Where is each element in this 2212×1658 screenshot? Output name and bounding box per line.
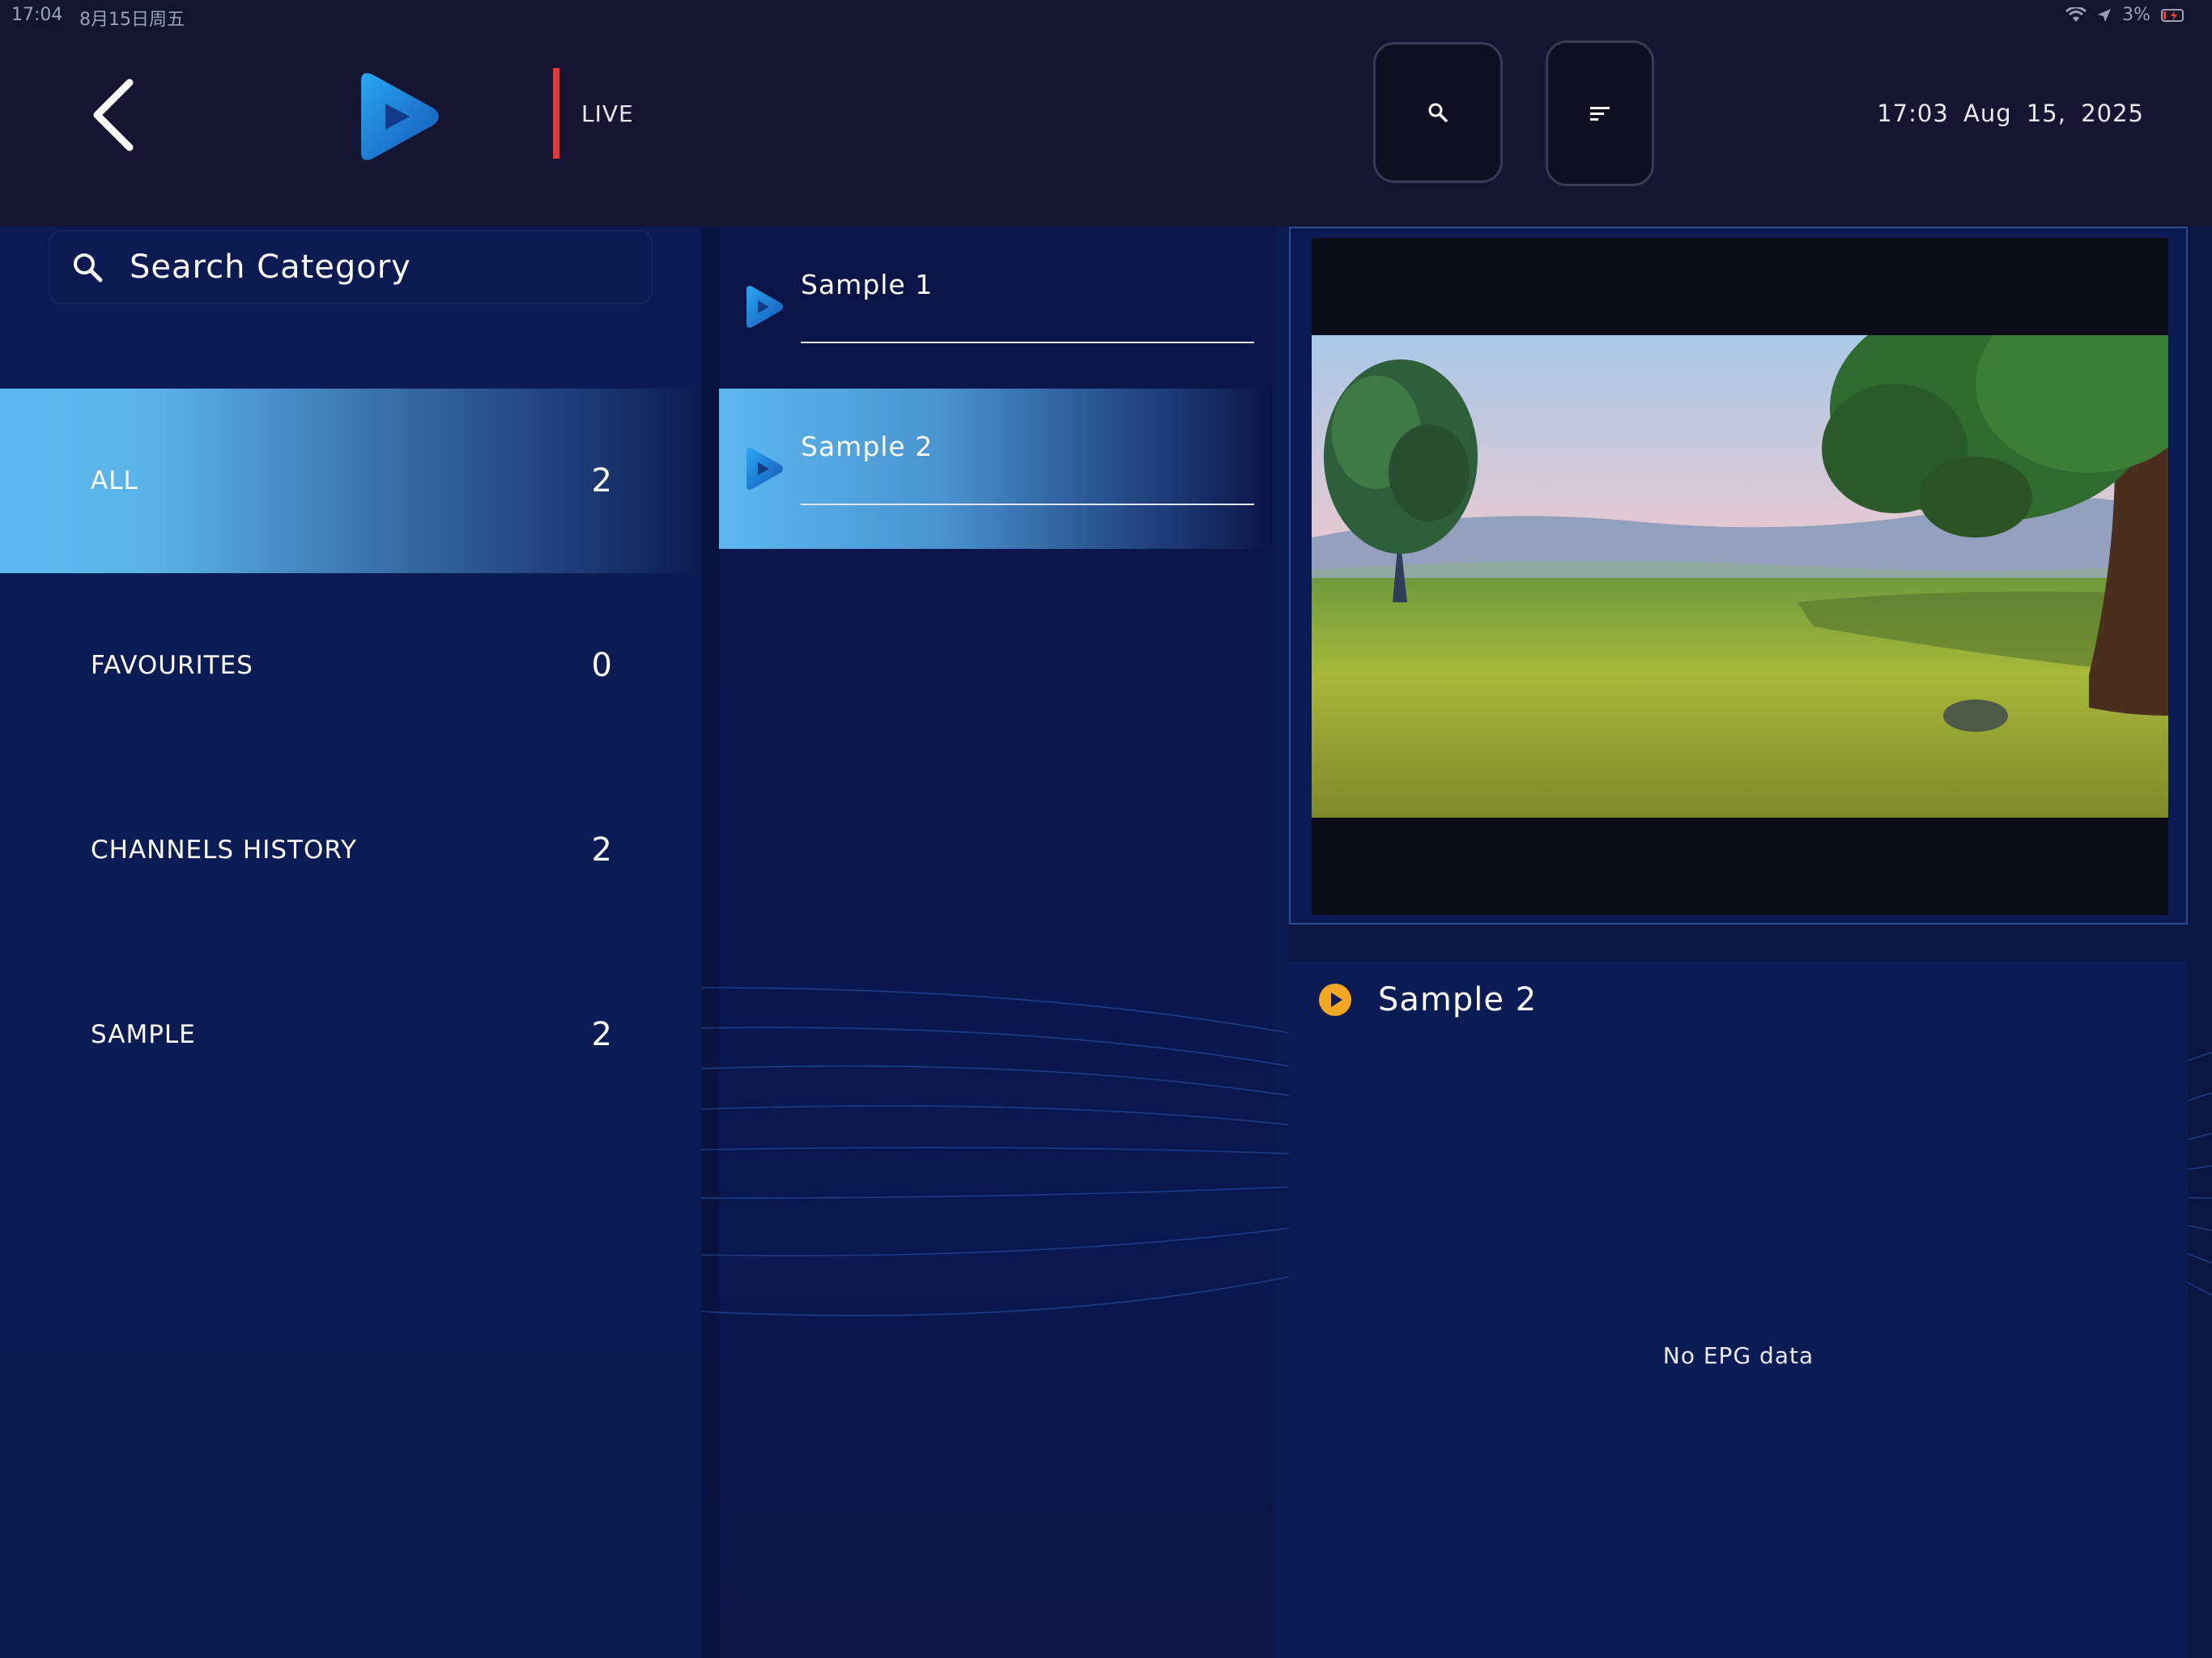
search-icon [74, 253, 103, 283]
category-name: SAMPLE [91, 1020, 196, 1049]
category-item-sample[interactable]: SAMPLE 2 [0, 942, 701, 1127]
live-indicator-bar [553, 68, 559, 159]
sort-icon [1590, 107, 1610, 121]
header-datetime: 17:03 Aug 15, 2025 [1877, 100, 2144, 127]
now-playing-title: Sample 2 [1318, 981, 1537, 1018]
status-time: 17:04 [11, 5, 63, 25]
video-player-frame[interactable] [1289, 227, 2188, 925]
video-player[interactable] [1312, 238, 2168, 915]
play-logo-icon [361, 73, 439, 160]
channel-item-sample-1[interactable]: Sample 1 [719, 227, 1273, 387]
video-frame-image [1312, 335, 2168, 818]
header-sort-button[interactable] [1546, 40, 1654, 186]
location-icon [2098, 8, 2112, 22]
category-name: FAVOURITES [91, 651, 253, 680]
channel-underline [801, 342, 1254, 343]
now-playing-name: Sample 2 [1378, 981, 1538, 1018]
wifi-icon [2065, 6, 2087, 22]
channel-logo-icon [747, 286, 783, 328]
status-right: 3% [2065, 5, 2188, 25]
category-item-favourites[interactable]: FAVOURITES 0 [0, 573, 701, 758]
channel-logo-icon [747, 448, 783, 490]
category-item-channels-history[interactable]: CHANNELS HISTORY 2 [0, 758, 701, 942]
back-button[interactable] [81, 74, 146, 155]
channel-name: Sample 2 [801, 431, 934, 462]
section-label: LIVE [581, 100, 634, 127]
category-search-box[interactable] [49, 230, 653, 304]
category-count: 2 [591, 1016, 612, 1053]
channel-item-sample-2[interactable]: Sample 2 [719, 389, 1273, 549]
category-name: ALL [91, 466, 138, 495]
category-search-input[interactable] [130, 249, 615, 286]
top-header: LIVE 17:03 Aug 15, 2025 [0, 32, 2212, 227]
category-count: 0 [591, 647, 612, 684]
category-item-all[interactable]: ALL 2 [0, 389, 701, 573]
app-logo [355, 68, 444, 165]
header-search-button[interactable] [1373, 42, 1503, 183]
program-info-panel: Sample 2 No EPG data [1289, 962, 2188, 1658]
battery-percent: 3% [2122, 5, 2150, 25]
category-count: 2 [591, 831, 612, 869]
category-panel: ALL 2 FAVOURITES 0 CHANNELS HISTORY 2 SA… [0, 227, 701, 1658]
epg-empty-message: No EPG data [1662, 1342, 1814, 1369]
chevron-left-icon [93, 79, 134, 151]
battery-low-icon [2161, 8, 2184, 22]
status-date: 8月15日周五 [79, 10, 185, 30]
channel-list: Sample 1 Sample 2 [719, 227, 1273, 1658]
category-count: 2 [591, 462, 612, 500]
status-bar: 17:04 8月15日周五 3% [0, 0, 2212, 32]
category-name: CHANNELS HISTORY [91, 835, 357, 865]
channel-name: Sample 1 [801, 269, 934, 300]
play-circle-icon [1319, 984, 1351, 1016]
search-icon [1428, 103, 1448, 122]
channel-underline [801, 504, 1254, 505]
panel-divider [1273, 227, 1289, 1658]
panel-divider [701, 227, 719, 1658]
